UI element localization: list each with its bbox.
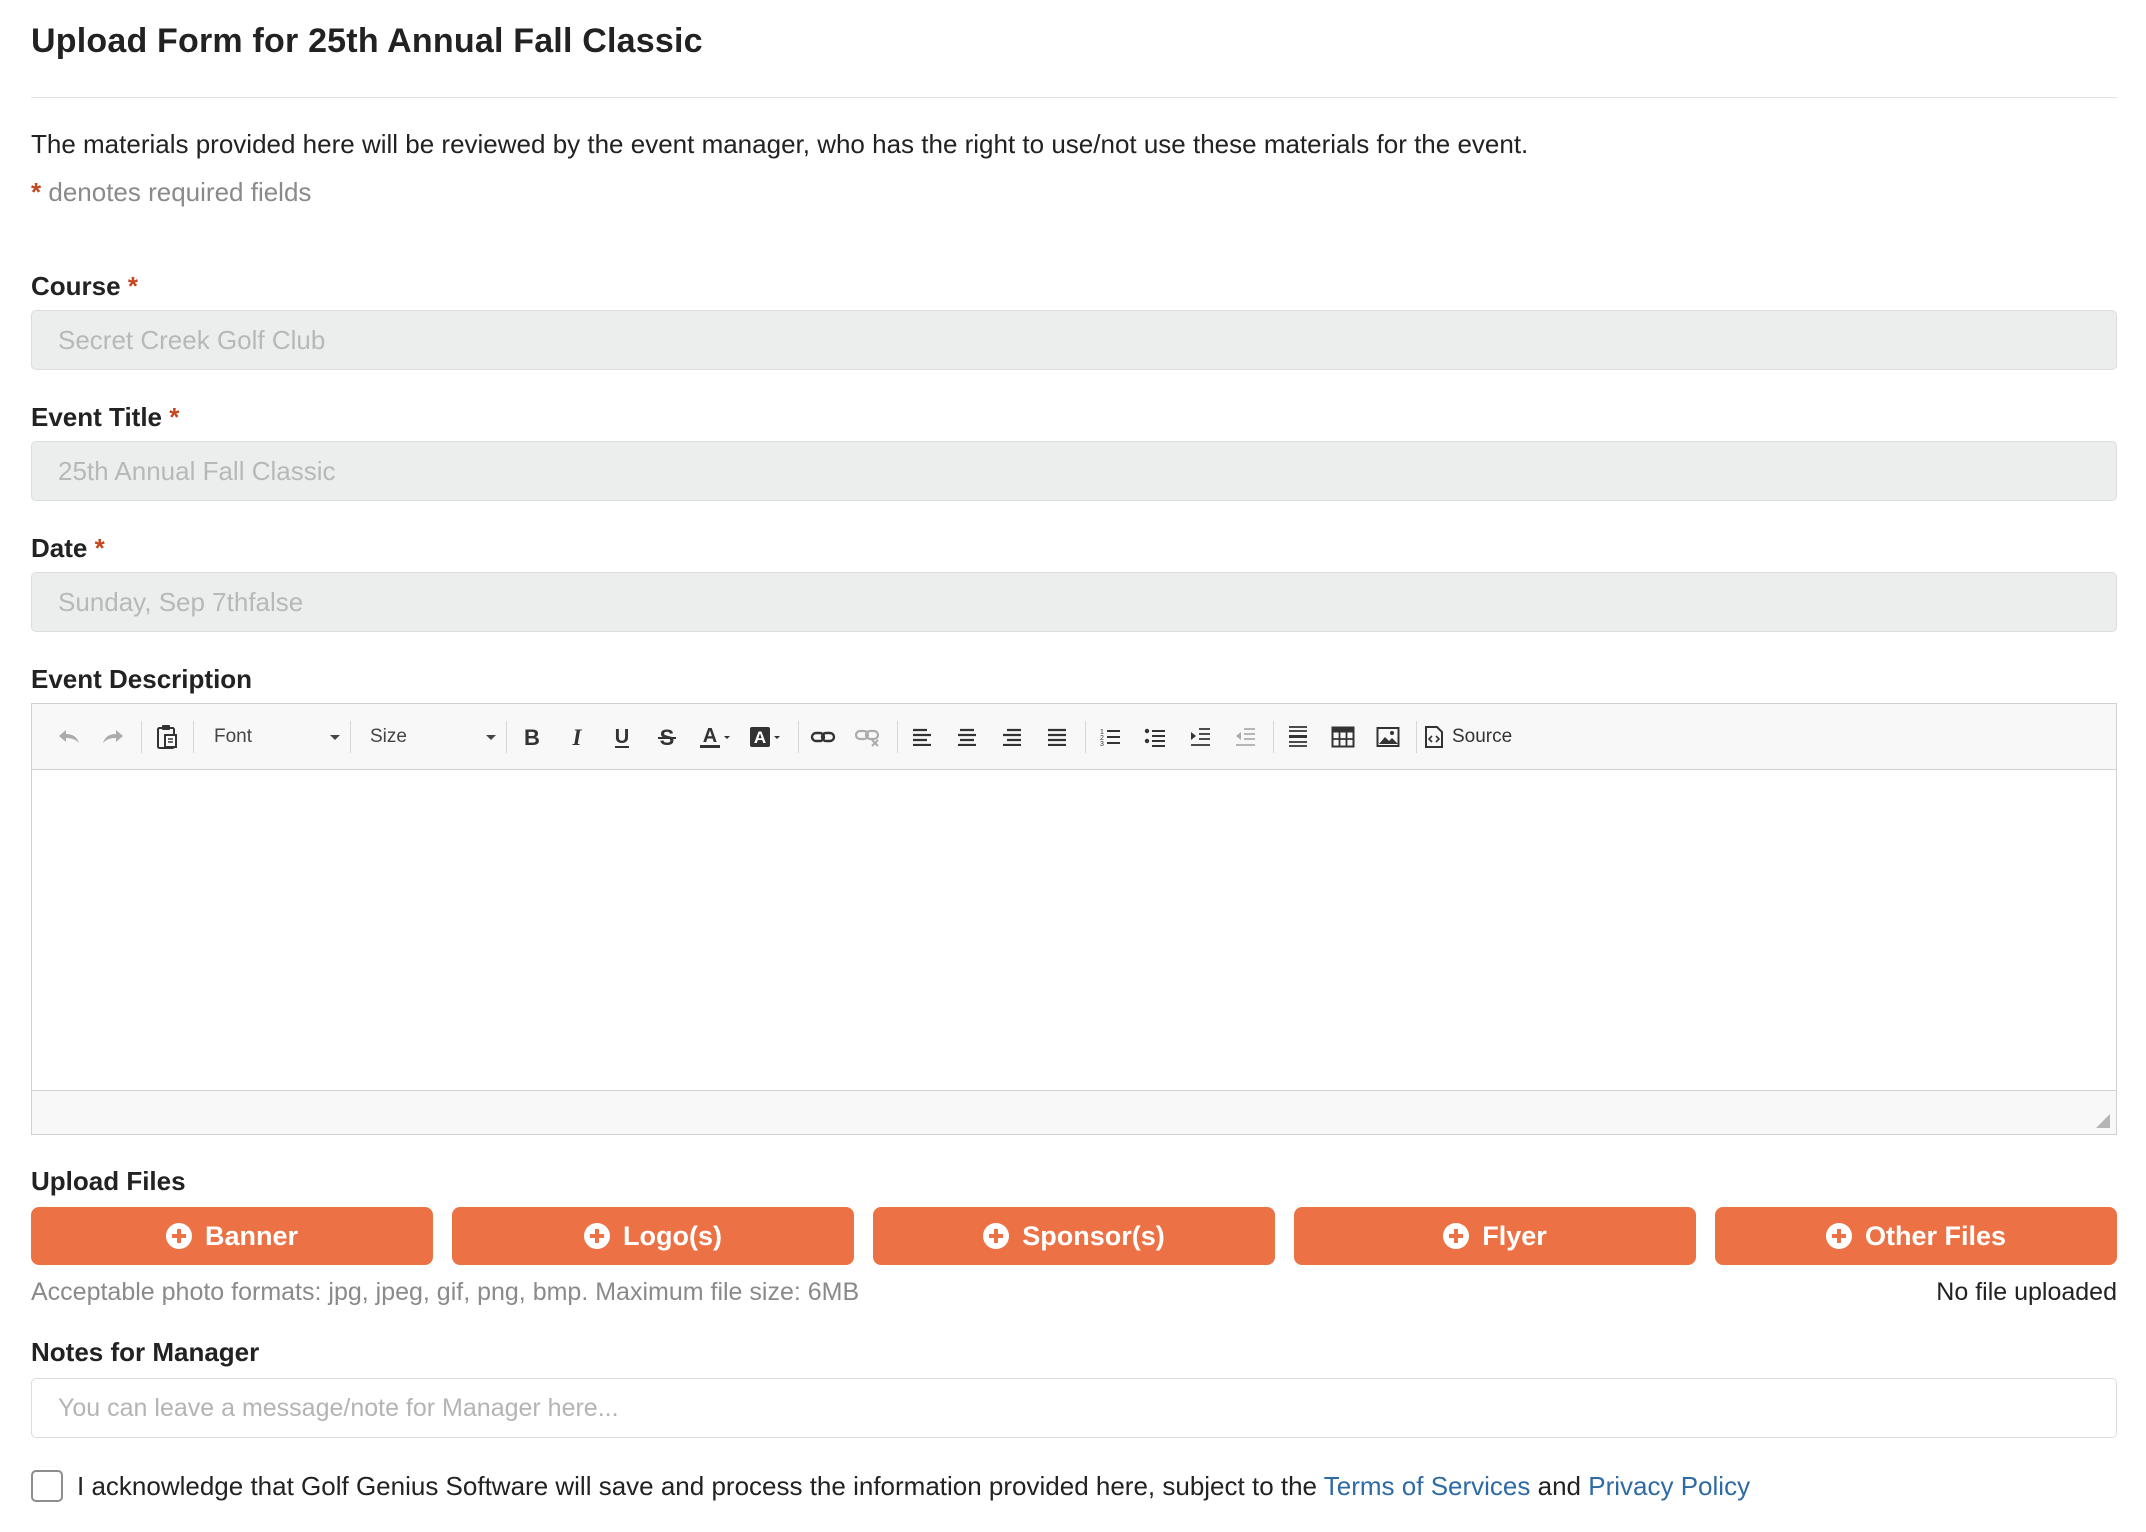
- sponsors-upload-label: Sponsor(s): [1022, 1220, 1165, 1251]
- privacy-policy-link[interactable]: Privacy Policy: [1588, 1471, 1750, 1501]
- resize-handle-icon[interactable]: [2096, 1114, 2110, 1128]
- numbered-list-icon[interactable]: 123: [1093, 718, 1127, 756]
- course-label: Course *: [31, 271, 138, 302]
- align-right-icon[interactable]: [995, 718, 1029, 756]
- flyer-upload-button[interactable]: Flyer: [1294, 1207, 1696, 1265]
- svg-text:U: U: [615, 726, 629, 748]
- event-title-label: Event Title *: [31, 402, 179, 433]
- svg-text:B: B: [524, 725, 540, 749]
- outdent-icon[interactable]: [1228, 718, 1262, 756]
- acknowledge-checkbox[interactable]: [31, 1470, 63, 1502]
- align-justify-icon[interactable]: [1040, 718, 1074, 756]
- toolbar-separator: [1416, 721, 1417, 753]
- acknowledge-statement: I acknowledge that Golf Genius Software …: [77, 1470, 1318, 1501]
- svg-text:A: A: [754, 728, 766, 747]
- plus-circle-icon: [1443, 1223, 1470, 1249]
- notes-input[interactable]: [31, 1378, 2117, 1438]
- page-title: Upload Form for 25th Annual Fall Classic: [31, 22, 703, 60]
- logos-upload-button[interactable]: Logo(s): [452, 1207, 854, 1265]
- svg-text:3: 3: [1100, 741, 1104, 747]
- upload-files-label: Upload Files: [31, 1166, 186, 1196]
- toolbar-separator: [350, 721, 351, 753]
- flyer-upload-label: Flyer: [1482, 1220, 1547, 1251]
- paste-icon[interactable]: [150, 718, 184, 756]
- file-formats-note: Acceptable photo formats: jpg, jpeg, gif…: [31, 1278, 860, 1306]
- other-files-upload-button[interactable]: Other Files: [1715, 1207, 2117, 1265]
- plus-circle-icon: [983, 1223, 1010, 1249]
- banner-upload-button[interactable]: Banner: [31, 1207, 433, 1265]
- svg-text:I: I: [572, 725, 583, 749]
- font-combo[interactable]: Font: [202, 718, 340, 756]
- date-label-text: Date: [31, 533, 88, 563]
- editor-status-bar: [32, 1090, 2116, 1134]
- plus-circle-icon: [584, 1223, 610, 1249]
- editor-toolbar: Font Size B I U S A: [32, 704, 2116, 770]
- unlink-icon[interactable]: [851, 718, 885, 756]
- image-icon[interactable]: [1371, 718, 1405, 756]
- acknowledge-text: I acknowledge that Golf Genius Software …: [77, 1471, 1750, 1502]
- source-icon: [1425, 726, 1443, 748]
- rich-text-editor: Font Size B I U S A: [31, 703, 2117, 1135]
- date-label: Date *: [31, 533, 105, 564]
- toolbar-separator: [1273, 721, 1274, 753]
- date-field: Sunday, Sep 7thfalse: [31, 572, 2117, 632]
- title-divider: [31, 97, 2117, 98]
- font-combo-label: Font: [214, 726, 253, 747]
- event-title-label-text: Event Title: [31, 402, 163, 432]
- course-field: Secret Creek Golf Club: [31, 310, 2117, 370]
- size-combo[interactable]: Size: [358, 718, 496, 756]
- toolbar-separator: [798, 721, 799, 753]
- required-note: * denotes required fields: [31, 177, 311, 208]
- source-button[interactable]: Source: [1424, 718, 1536, 756]
- event-description-label: Event Description: [31, 664, 253, 694]
- chevron-down-icon: [486, 735, 496, 740]
- course-label-text: Course: [31, 271, 121, 301]
- redo-icon[interactable]: [96, 718, 130, 756]
- other-files-upload-label: Other Files: [1864, 1220, 2007, 1251]
- source-label: Source: [1452, 726, 1513, 747]
- svg-text:A: A: [703, 725, 717, 747]
- event-title-required-star: *: [169, 402, 180, 432]
- bulleted-list-icon[interactable]: [1138, 718, 1172, 756]
- editor-content-area[interactable]: [32, 770, 2116, 1092]
- plus-circle-icon: [165, 1223, 192, 1249]
- indent-icon[interactable]: [1183, 718, 1217, 756]
- acknowledge-row: I acknowledge that Golf Genius Software …: [31, 1468, 1750, 1504]
- undo-icon[interactable]: [52, 718, 86, 756]
- strikethrough-icon[interactable]: S: [650, 718, 684, 756]
- date-required-star: *: [94, 533, 105, 563]
- toolbar-separator: [193, 721, 194, 753]
- align-left-icon[interactable]: [905, 718, 939, 756]
- upload-buttons: Banner Logo(s) Sponsor(s) Flyer Other Fi…: [31, 1207, 2117, 1265]
- required-note-text: denotes required fields: [48, 177, 312, 207]
- plus-circle-icon: [1825, 1223, 1852, 1249]
- align-center-icon[interactable]: [950, 718, 984, 756]
- background-color-icon[interactable]: A: [745, 718, 787, 756]
- toolbar-separator: [141, 721, 142, 753]
- event-title-field: 25th Annual Fall Classic: [31, 441, 2117, 501]
- notes-label: Notes for Manager: [31, 1337, 260, 1367]
- acknowledge-and: and: [1537, 1470, 1582, 1501]
- bold-icon[interactable]: B: [515, 718, 549, 756]
- underline-icon[interactable]: U: [605, 718, 639, 756]
- table-icon[interactable]: [1326, 718, 1360, 756]
- toolbar-separator: [1085, 721, 1086, 753]
- horizontal-line-icon[interactable]: [1281, 718, 1315, 756]
- logos-upload-label: Logo(s): [623, 1220, 722, 1251]
- link-icon[interactable]: [806, 718, 840, 756]
- italic-icon[interactable]: I: [560, 718, 594, 756]
- course-required-star: *: [127, 271, 138, 301]
- chevron-down-icon: [330, 735, 340, 740]
- sponsors-upload-button[interactable]: Sponsor(s): [873, 1207, 1275, 1265]
- upload-status: No file uploaded: [1936, 1278, 2117, 1306]
- intro-text: The materials provided here will be revi…: [31, 129, 1529, 159]
- terms-of-service-link[interactable]: Terms of Services: [1324, 1471, 1531, 1501]
- toolbar-separator: [897, 721, 898, 753]
- size-combo-label: Size: [370, 726, 407, 747]
- required-star: *: [31, 177, 42, 207]
- banner-upload-label: Banner: [204, 1220, 299, 1251]
- toolbar-separator: [506, 721, 507, 753]
- text-color-icon[interactable]: A: [695, 718, 737, 756]
